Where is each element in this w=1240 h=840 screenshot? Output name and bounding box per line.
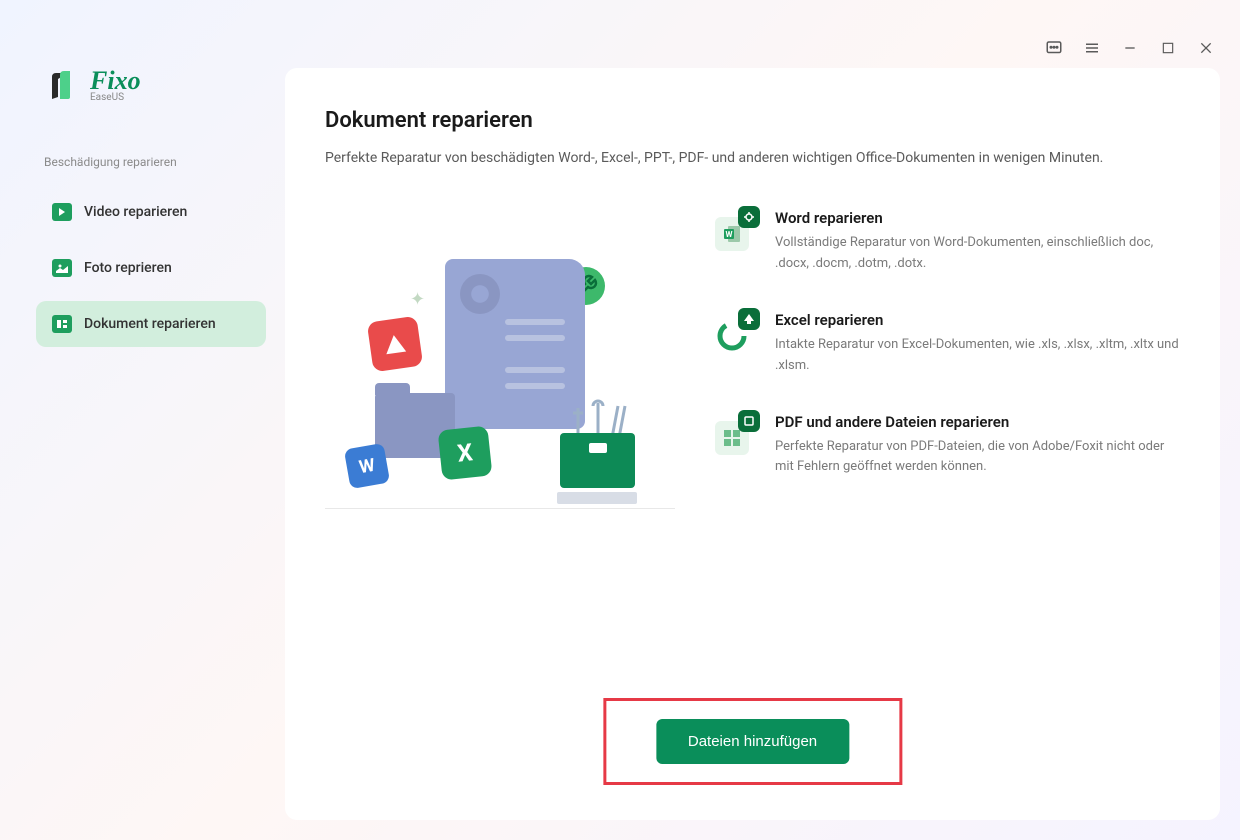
logo-name: Fixo	[90, 68, 141, 94]
feature-title: PDF und andere Dateien reparieren	[775, 413, 1180, 431]
illustration: ✦ X W	[325, 199, 675, 509]
document-icon	[52, 315, 72, 333]
word-repair-icon: W	[715, 209, 757, 251]
sidebar-item-label: Dokument reparieren	[84, 316, 216, 332]
excel-repair-icon	[715, 311, 757, 353]
minimize-icon[interactable]	[1120, 38, 1140, 58]
main-panel: Dokument reparieren Perfekte Reparatur v…	[285, 68, 1220, 820]
sidebar-item-video[interactable]: Video reparieren	[36, 189, 266, 235]
feature-desc: Intakte Reparatur von Excel-Dokumenten, …	[775, 335, 1180, 377]
feature-title: Word reparieren	[775, 209, 1180, 227]
feature-word: W Word reparieren Vollständige Reparatur…	[715, 209, 1180, 275]
sidebar: Beschädigung reparieren Video reparieren…	[36, 155, 266, 357]
add-files-button[interactable]: Dateien hinzufügen	[656, 719, 849, 764]
window-controls	[1044, 38, 1216, 58]
close-icon[interactable]	[1196, 38, 1216, 58]
sidebar-item-label: Video reparieren	[84, 204, 187, 220]
sidebar-item-document[interactable]: Dokument reparieren	[36, 301, 266, 347]
menu-icon[interactable]	[1082, 38, 1102, 58]
feature-pdf: PDF und andere Dateien reparieren Perfek…	[715, 413, 1180, 479]
video-icon	[52, 203, 72, 221]
page-title: Dokument reparieren	[325, 108, 1180, 133]
feedback-icon[interactable]	[1044, 38, 1064, 58]
highlight-box: Dateien hinzufügen	[603, 698, 902, 785]
feature-desc: Vollständige Reparatur von Word-Dokument…	[775, 233, 1180, 275]
pdf-repair-icon	[715, 413, 757, 455]
feature-excel: Excel reparieren Intakte Reparatur von E…	[715, 311, 1180, 377]
features-list: W Word reparieren Vollständige Reparatur…	[715, 199, 1180, 509]
feature-title: Excel reparieren	[775, 311, 1180, 329]
logo-icon	[46, 69, 80, 103]
sidebar-item-label: Foto reprieren	[84, 260, 172, 276]
sidebar-item-photo[interactable]: Foto reprieren	[36, 245, 266, 291]
maximize-icon[interactable]	[1158, 38, 1178, 58]
app-logo: Fixo EaseUS	[46, 68, 141, 103]
feature-desc: Perfekte Reparatur von PDF-Dateien, die …	[775, 437, 1180, 479]
logo-vendor: EaseUS	[90, 92, 141, 103]
svg-text:W: W	[726, 230, 733, 239]
page-subtitle: Perfekte Reparatur von beschädigten Word…	[325, 147, 1180, 169]
sidebar-section-title: Beschädigung reparieren	[36, 155, 266, 169]
photo-icon	[52, 259, 72, 277]
